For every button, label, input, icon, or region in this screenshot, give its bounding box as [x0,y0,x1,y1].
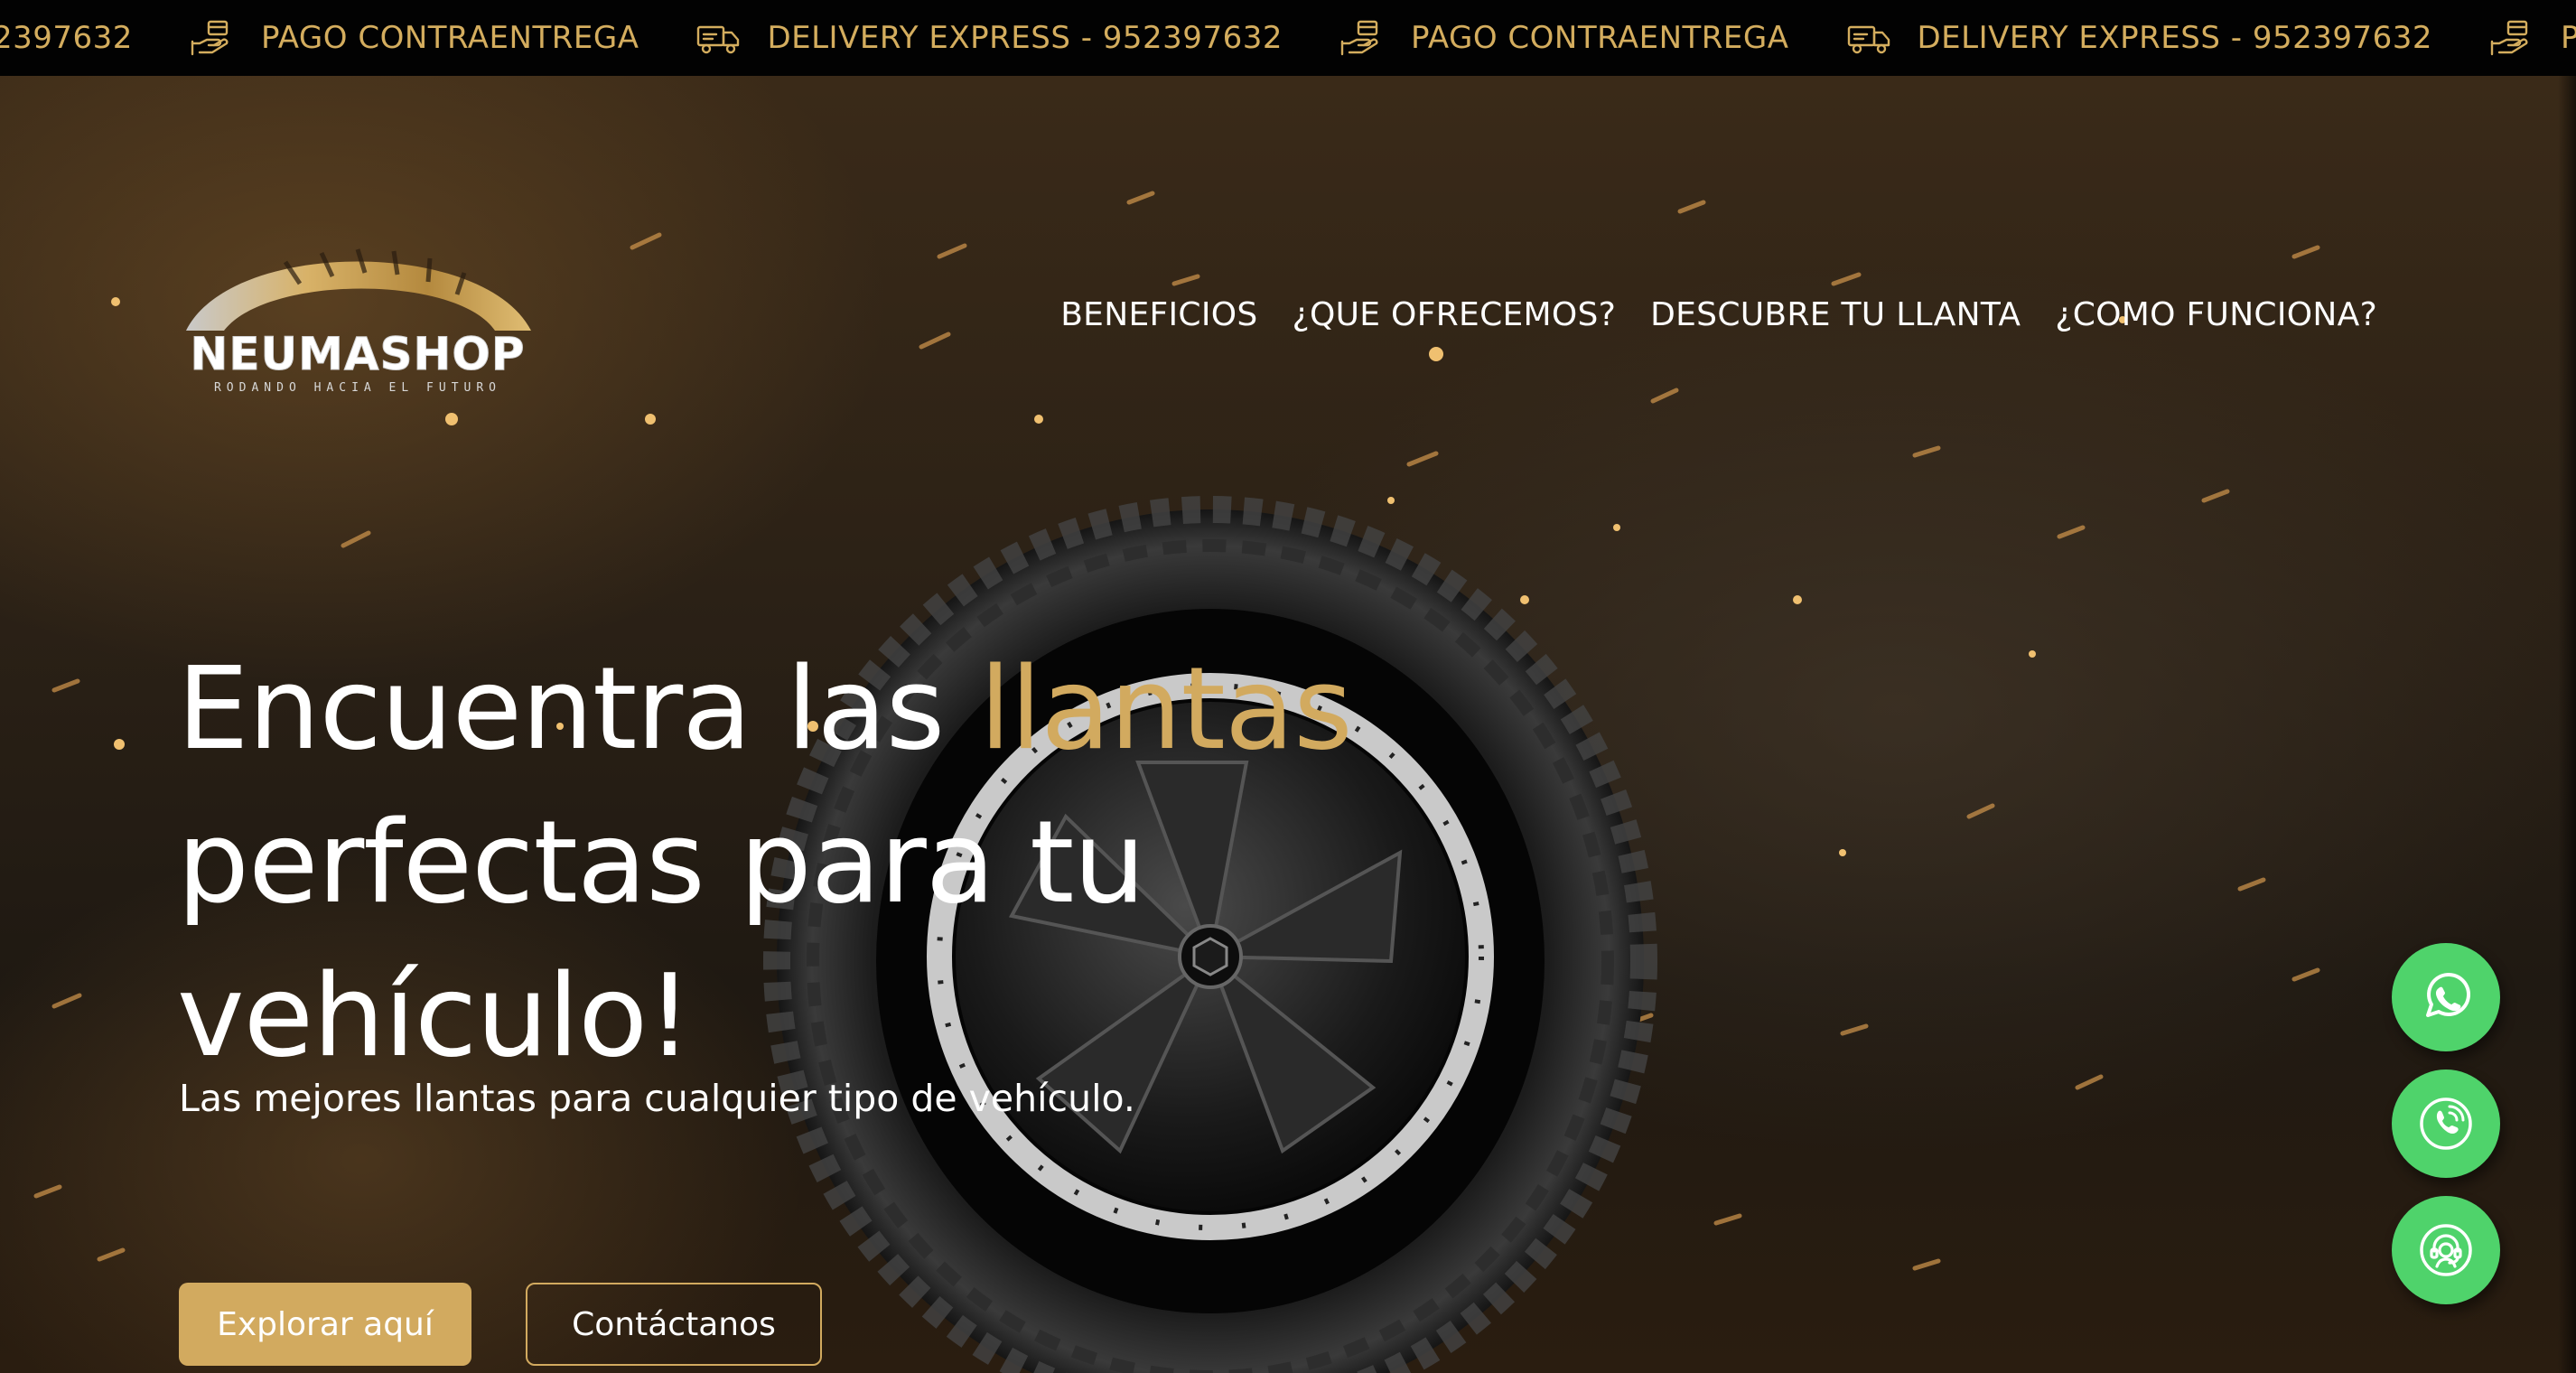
nav-link-beneficios[interactable]: BENEFICIOS [1060,296,1257,333]
ticker-label: PAGO CONTRAENTREGA [260,20,639,56]
announcement-ticker: 2397632 PAGO CONTRAENTREGA DELIVERY EXPR… [0,0,2576,76]
hand-coins-icon [1340,20,1378,56]
ticker-item: PAGO CONTRAENTREGA [162,18,668,58]
hero-subheadline: Las mejores llantas para cualquier tipo … [179,1077,1135,1120]
contact-button[interactable]: Contáctanos [526,1283,822,1366]
nav-link-que-ofrecemos[interactable]: ¿QUE OFRECEMOS? [1293,296,1617,333]
ticker-item: DELIVERY EXPRESS - 952397632 [667,18,1311,58]
right-edge-shade [2558,76,2576,1373]
nav-link-descubre-tu-llanta[interactable]: DESCUBRE TU LLANTA [1650,296,2021,333]
ticker-item: PAGO CONTRAENTREGA [1311,18,1818,58]
ticker-label: DELIVERY EXPRESS - 952397632 [1917,20,2433,56]
whatsapp-icon [2426,972,2471,1017]
delivery-truck-icon [697,25,740,54]
hero-headline: Encuentra las llantas perfectas para tu … [177,632,1442,1093]
support-agent-button[interactable] [2392,1196,2500,1304]
ticker-label: PAGO CONTRAENTREGA [2561,20,2576,56]
phone-call-button[interactable] [2392,1069,2500,1178]
ticker-fragment: 2397632 [0,20,133,56]
hand-coins-icon [2490,20,2528,56]
phone-call-icon [2420,1097,2472,1150]
tire-arc-logo-icon [186,248,531,331]
ticker-label: DELIVERY EXPRESS - 952397632 [767,20,1283,56]
ticker-item: DELIVERY EXPRESS - 952397632 [1818,18,2462,58]
nav-link-como-funciona[interactable]: ¿COMO FUNCIONA? [2055,296,2377,333]
hand-coins-icon [191,20,229,56]
logo-tagline: RODANDO HACIA EL FUTURO [213,381,501,395]
headline-accent: llantas [979,642,1352,775]
main-nav: BENEFICIOS ¿QUE OFRECEMOS? DESCUBRE TU L… [1060,296,2377,333]
ticker-track: 2397632 PAGO CONTRAENTREGA DELIVERY EXPR… [0,0,2576,76]
site-logo[interactable]: NEUMASHOP RODANDO HACIA EL FUTURO [177,229,538,401]
ticker-label: PAGO CONTRAENTREGA [1410,20,1789,56]
hero-section: NEUMASHOP RODANDO HACIA EL FUTURO BENEFI… [0,76,2576,1373]
explore-button[interactable]: Explorar aquí [179,1283,471,1366]
ticker-item: PAGO CONTRAENTREGA [2461,18,2576,58]
headline-part-1: Encuentra las [177,642,980,775]
whatsapp-button[interactable] [2392,943,2500,1051]
delivery-truck-icon [1847,25,1890,54]
support-agent-icon [2420,1224,2472,1276]
logo-wordmark: NEUMASHOP [190,328,526,380]
headline-part-2: perfectas para tu vehículo! [177,796,1145,1082]
